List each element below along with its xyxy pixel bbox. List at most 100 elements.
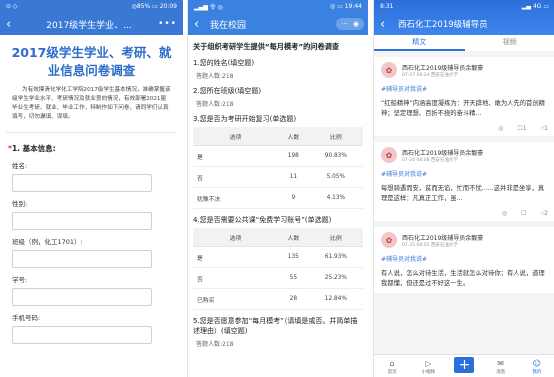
comment-icon[interactable]: ☐1 <box>517 125 526 132</box>
author-name[interactable]: 西石化工2019级辅导员余靓豪 <box>402 233 483 242</box>
feed-screen: 8:31 ▂▄ 4G ▭ ‹ 西石化工2019级辅导员 精文 视频 ✿ 西石化工… <box>373 0 554 377</box>
like-icon[interactable]: ☝1 <box>541 125 548 132</box>
nav-short-video[interactable]: ▷ 小视频 <box>414 359 442 375</box>
nav-messages[interactable]: ✉ 消息 <box>487 359 515 375</box>
divider <box>6 132 177 133</box>
nav-me[interactable]: ☺ 我的 <box>523 359 551 375</box>
hashtag-link[interactable]: #辅导员对我说# <box>381 254 548 263</box>
post-meta: 07-27 08:24 西安石油大学 <box>402 72 458 78</box>
table-row: 犹豫不决 9 4.13% <box>193 187 363 209</box>
nav-label: 消息 <box>496 370 506 375</box>
status-right: ◎ ▭ 19:44 <box>329 3 362 10</box>
author-row: ✿ 西石化工2019级辅导员余靓豪 07-26 08:08 西安石油大学 <box>381 147 548 163</box>
nav-publish[interactable]: + <box>450 357 478 375</box>
miniapp-capsule: ··· ◉ <box>336 18 364 30</box>
class-field: 班级（例，化工1701）: <box>12 236 171 268</box>
phone-input[interactable] <box>12 326 152 344</box>
hashtag-link[interactable]: #辅导员对我说# <box>381 84 548 93</box>
table-row: 是 135 61.93% <box>193 246 363 268</box>
nav-title: 西石化工2019级辅导员 <box>398 20 488 30</box>
student-id-input[interactable] <box>12 288 152 306</box>
question-1: 1.您的姓名(填空题) <box>193 59 255 67</box>
table-row: 已购买 28 12.84% <box>193 288 363 310</box>
student-id-label: 学号: <box>12 276 28 284</box>
survey-intro: 为有效摸清化学化工学院2017级学生基本情况，准确掌握该级学生学业水平、考研情况… <box>12 87 171 120</box>
avatar[interactable]: ✿ <box>381 62 397 78</box>
cell-count: 135 <box>278 246 309 268</box>
author-name[interactable]: 西石化工2019级辅导员余靓豪 <box>402 148 483 157</box>
bottom-nav: ⌂ 首页 ▷ 小视频 + ✉ 消息 ☺ 我的 <box>374 354 554 377</box>
cell-ratio: 12.84% <box>308 288 363 310</box>
comment-icon[interactable]: ☐ <box>521 210 526 217</box>
cell-ratio: 90.83% <box>308 145 363 167</box>
post-text: 有人说，怎么对待生活，生活就怎么对待你；有人说，道理我都懂，但还是过不好这一生。 <box>381 270 545 287</box>
phone-field: 手机号码: <box>12 312 171 344</box>
col-count: 人数 <box>278 127 309 146</box>
post-actions: ◎ ☐ ☝2 <box>381 210 548 217</box>
cell-ratio: 5.05% <box>308 166 363 188</box>
feed-post[interactable]: ✿ 西石化工2019级辅导员余靓豪 07-26 08:08 西安石油大学 #辅导… <box>374 142 554 221</box>
gender-input[interactable] <box>12 212 152 230</box>
close-target-icon[interactable]: ◉ <box>353 20 359 28</box>
more-icon[interactable]: ••• <box>158 19 177 29</box>
class-input[interactable] <box>12 250 152 268</box>
table-row: 否 11 5.05% <box>193 166 363 188</box>
survey-form-screen: ⊙ ◇ ◎85% ▭ 20:09 ‹ 2017级学生学业、... ••• 201… <box>0 0 183 377</box>
respondent-count: 答题人数:218 <box>196 73 234 80</box>
feed-post[interactable]: ✿ 西石化工2019级辅导员余靓豪 07-25 08:02 西安石油大学 #辅导… <box>374 227 554 293</box>
question-2: 2.您所在班级(填空题) <box>193 87 262 95</box>
post-text: 每想骑遇而安，贫而无谄，忙而不忧......这并非是坐享，真理是这样：凡真正工作… <box>381 185 545 202</box>
video-icon: ▷ <box>425 359 432 368</box>
author-row: ✿ 西石化工2019级辅导员余靓豪 07-25 08:02 西安石油大学 <box>381 232 548 248</box>
view-icon[interactable]: ◎ <box>502 210 507 217</box>
back-arrow-icon[interactable]: ‹ <box>6 17 20 32</box>
cell-count: 28 <box>278 288 309 310</box>
tab-articles[interactable]: 精文 <box>374 35 465 51</box>
gender-label: 性别: <box>12 200 28 208</box>
view-icon[interactable]: ◎ <box>498 125 503 132</box>
back-arrow-icon[interactable]: ‹ <box>380 17 394 32</box>
nav-title: 我在校园 <box>210 20 247 31</box>
respondent-count: 答题人数:218 <box>196 101 234 108</box>
mail-icon: ✉ <box>497 359 504 368</box>
cell-option: 是 <box>193 246 278 268</box>
table-row: 是 198 90.83% <box>193 145 363 167</box>
status-left: 8:31 <box>380 3 394 10</box>
cell-option: 犹豫不决 <box>193 187 278 209</box>
cell-count: 198 <box>278 145 309 167</box>
feed-post[interactable]: ✿ 西石化工2019级辅导员余靓豪 07-27 08:24 西安石油大学 #辅导… <box>374 57 554 136</box>
avatar[interactable]: ✿ <box>381 147 397 163</box>
name-input[interactable] <box>12 174 152 192</box>
nav-label: 首页 <box>387 370 397 375</box>
question-4: 4.您是否需要公共课“免费学习账号”(单选题) <box>193 216 332 224</box>
cell-count: 55 <box>278 267 309 289</box>
more-icon[interactable]: ··· <box>341 20 348 28</box>
cell-ratio: 61.93% <box>308 246 363 268</box>
author-name[interactable]: 西石化工2019级辅导员余靓豪 <box>402 63 483 72</box>
table-row: 否 55 25.23% <box>193 267 363 289</box>
back-arrow-icon[interactable]: ‹ <box>194 17 208 32</box>
student-id-field: 学号: <box>12 274 171 306</box>
cell-ratio: 25.23% <box>308 267 363 289</box>
status-left: ▂▄▆ 令 ◎ <box>194 4 223 11</box>
section-title-text: 1. 基本信息: <box>11 144 56 153</box>
avatar[interactable]: ✿ <box>381 232 397 248</box>
nav-bar: ‹ 我在校园 ··· ◉ <box>188 13 368 35</box>
cell-count: 11 <box>278 166 309 188</box>
nav-home[interactable]: ⌂ 首页 <box>378 359 406 375</box>
home-icon: ⌂ <box>389 359 395 368</box>
question-5: 5.您是否愿意参加“每月模考”（请填是或否。并简单描述理由）(填空题) <box>193 317 358 335</box>
tab-videos[interactable]: 视频 <box>465 35 554 51</box>
status-bar: ▂▄▆ 令 ◎ ◎ ▭ 19:44 <box>188 0 368 13</box>
author-row: ✿ 西石化工2019级辅导员余靓豪 07-27 08:24 西安石油大学 <box>381 62 548 78</box>
status-left: ⊙ ◇ <box>6 3 18 10</box>
like-icon[interactable]: ☝2 <box>541 210 548 217</box>
results-heading: 关于组织考研学生提供“每月模考”的问卷调查 <box>193 42 340 51</box>
name-label: 姓名: <box>12 162 28 170</box>
hashtag-link[interactable]: #辅导员对我说# <box>381 169 548 178</box>
phone-label: 手机号码: <box>12 314 41 322</box>
cell-option: 是 <box>193 145 278 167</box>
tab-bar: 精文 视频 <box>374 35 554 51</box>
col-option: 选项 <box>193 228 278 247</box>
plus-icon[interactable]: + <box>454 357 475 373</box>
